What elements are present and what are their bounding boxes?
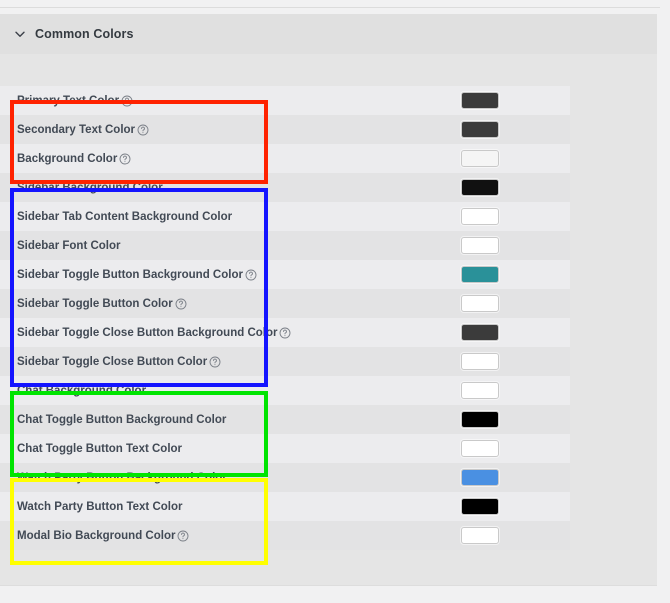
top-divider (0, 7, 660, 8)
color-swatch-cell (461, 469, 499, 486)
table-row: Sidebar Toggle Close Button Background C… (0, 318, 570, 347)
row-label: Background Color (0, 153, 131, 165)
row-label: Chat Toggle Button Background Color (0, 414, 226, 426)
color-swatch-cell (461, 150, 499, 167)
color-swatch[interactable] (461, 121, 499, 138)
row-label-text: Sidebar Background Color (17, 181, 163, 194)
section-title: Common Colors (35, 27, 134, 41)
table-row: Modal Bio Background Color (0, 521, 570, 550)
help-icon[interactable] (279, 327, 291, 339)
color-swatch[interactable] (461, 411, 499, 428)
row-label: Primary Text Color (0, 95, 133, 107)
color-swatch[interactable] (461, 295, 499, 312)
color-swatch[interactable] (461, 353, 499, 370)
row-label-text: Modal Bio Background Color (17, 529, 176, 542)
color-swatch[interactable] (461, 498, 499, 515)
color-settings-list: Primary Text Color Secondary Text Color Ba… (0, 86, 657, 550)
row-label-text: Sidebar Font Color (17, 239, 121, 252)
row-label: Sidebar Toggle Button Background Color (0, 269, 257, 281)
help-icon[interactable] (119, 153, 131, 165)
color-swatch-cell (461, 527, 499, 544)
table-row: Secondary Text Color (0, 115, 570, 144)
color-swatch[interactable] (461, 237, 499, 254)
color-swatch-cell (461, 295, 499, 312)
color-swatch[interactable] (461, 324, 499, 341)
table-row: Chat Toggle Button Background Color (0, 405, 570, 434)
row-label: Watch Party Button Text Color (0, 501, 182, 513)
row-label: Sidebar Background Color (0, 182, 163, 194)
color-swatch[interactable] (461, 382, 499, 399)
row-label-text: Watch Party Button Background Color (17, 471, 227, 484)
row-label: Sidebar Toggle Close Button Background C… (0, 327, 291, 339)
color-swatch-cell (461, 353, 499, 370)
table-row: Sidebar Toggle Close Button Color (0, 347, 570, 376)
color-swatch-cell (461, 92, 499, 109)
row-label-text: Background Color (17, 152, 118, 165)
row-label-text: Watch Party Button Text Color (17, 500, 183, 513)
table-row: Sidebar Toggle Button Color (0, 289, 570, 318)
row-label-text: Chat Toggle Button Text Color (17, 442, 183, 455)
color-swatch[interactable] (461, 266, 499, 283)
color-swatch[interactable] (461, 527, 499, 544)
row-label-text: Sidebar Toggle Close Button Color (17, 355, 208, 368)
common-colors-panel: Common Colors Primary Text Color Secondar… (0, 14, 657, 586)
row-label-text: Chat Background Color (17, 384, 147, 397)
chevron-down-icon[interactable] (13, 27, 27, 41)
color-swatch[interactable] (461, 208, 499, 225)
color-swatch-cell (461, 179, 499, 196)
table-row: Watch Party Button Text Color (0, 492, 570, 521)
row-label: Watch Party Button Background Color (0, 472, 227, 484)
color-swatch-cell (461, 237, 499, 254)
color-swatch[interactable] (461, 179, 499, 196)
help-icon[interactable] (209, 356, 221, 368)
row-label-text: Sidebar Toggle Button Background Color (17, 268, 243, 281)
help-icon[interactable] (121, 95, 133, 107)
color-swatch-cell (461, 498, 499, 515)
table-row: Chat Background Color (0, 376, 570, 405)
table-row: Sidebar Font Color (0, 231, 570, 260)
common-colors-section-header[interactable]: Common Colors (0, 14, 657, 54)
settings-screen: Common Colors Primary Text Color Secondar… (0, 0, 670, 603)
row-label: Chat Toggle Button Text Color (0, 443, 182, 455)
row-label: Chat Background Color (0, 385, 146, 397)
row-label-text: Sidebar Toggle Button Color (17, 297, 173, 310)
color-swatch-cell (461, 208, 499, 225)
row-label-text: Primary Text Color (17, 94, 120, 107)
row-label: Modal Bio Background Color (0, 530, 189, 542)
color-swatch[interactable] (461, 469, 499, 486)
color-swatch[interactable] (461, 440, 499, 457)
row-label: Sidebar Tab Content Background Color (0, 211, 232, 223)
help-icon[interactable] (245, 269, 257, 281)
row-label-text: Chat Toggle Button Background Color (17, 413, 227, 426)
row-label: Sidebar Font Color (0, 240, 121, 252)
table-row: Primary Text Color (0, 86, 570, 115)
color-swatch-cell (461, 121, 499, 138)
row-label-text: Sidebar Tab Content Background Color (17, 210, 233, 223)
table-row: Sidebar Background Color (0, 173, 570, 202)
help-icon[interactable] (177, 530, 189, 542)
row-label: Sidebar Toggle Button Color (0, 298, 187, 310)
help-icon[interactable] (137, 124, 149, 136)
color-swatch-cell (461, 440, 499, 457)
color-swatch-cell (461, 324, 499, 341)
help-icon[interactable] (175, 298, 187, 310)
row-label: Secondary Text Color (0, 124, 149, 136)
table-row: Chat Toggle Button Text Color (0, 434, 570, 463)
row-label: Sidebar Toggle Close Button Color (0, 356, 221, 368)
table-row: Background Color (0, 144, 570, 173)
color-swatch-cell (461, 266, 499, 283)
color-swatch[interactable] (461, 92, 499, 109)
table-row: Sidebar Toggle Button Background Color (0, 260, 570, 289)
color-swatch-cell (461, 382, 499, 399)
color-swatch[interactable] (461, 150, 499, 167)
row-label-text: Secondary Text Color (17, 123, 136, 136)
color-swatch-cell (461, 411, 499, 428)
table-row: Sidebar Tab Content Background Color (0, 202, 570, 231)
table-row: Watch Party Button Background Color (0, 463, 570, 492)
row-label-text: Sidebar Toggle Close Button Background C… (17, 326, 278, 339)
